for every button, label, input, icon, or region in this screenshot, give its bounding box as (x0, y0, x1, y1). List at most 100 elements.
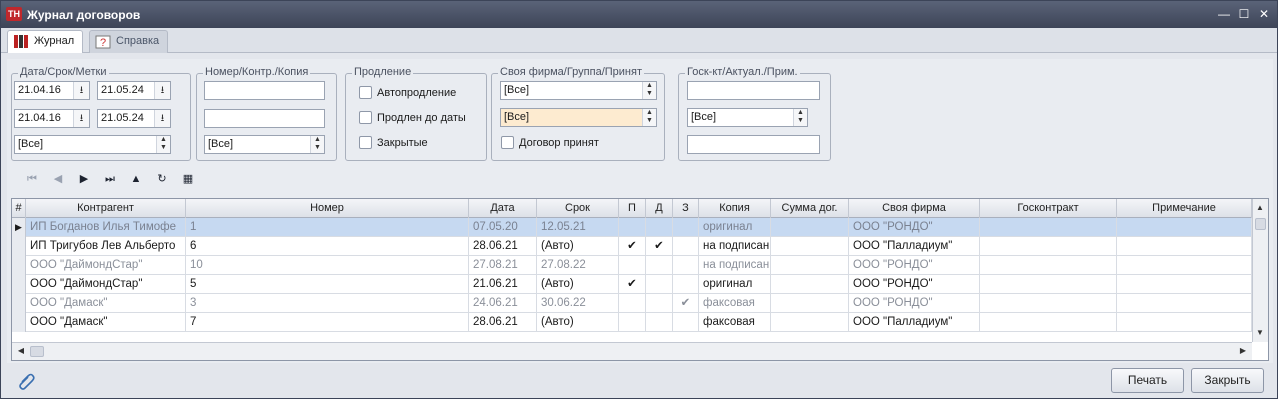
col-header-d[interactable]: Д (646, 199, 673, 218)
scroll-left-icon[interactable]: ◀ (14, 344, 28, 358)
firm-select[interactable]: [Все] ▲ ▼ (500, 81, 657, 100)
cell-date: 21.06.21 (469, 275, 537, 294)
spin-icon[interactable]: ▲ ▼ (793, 109, 807, 126)
row-indicator[interactable] (12, 256, 26, 275)
closed-checkbox[interactable] (359, 136, 372, 149)
table-row[interactable]: ООО "Дамаск" 7 28.06.21 (Авто) факсовая ООО "… (12, 313, 1252, 332)
cell-contractor: ООО "ДаймондСтар" (26, 256, 186, 275)
scroll-right-icon[interactable]: ▶ (1236, 344, 1250, 358)
row-indicator[interactable] (12, 294, 26, 313)
table-row[interactable]: ООО "Дамаск" 3 24.06.21 30.06.22 ✔ факсовая ОО… (12, 294, 1252, 313)
cell-number: 6 (186, 237, 469, 256)
spin-icon[interactable]: ▲ ▼ (642, 82, 656, 99)
note-input[interactable] (687, 135, 820, 154)
accepted-checkbox[interactable] (501, 136, 514, 149)
col-header-number[interactable]: Номер (186, 199, 469, 218)
cell-gos (980, 256, 1117, 275)
tab-strip: Журнал ? Справка (1, 28, 1277, 53)
date-to-field-1[interactable]: 21.05.24 ⭳ (97, 81, 171, 100)
col-header-gos[interactable]: Госконтракт (980, 199, 1117, 218)
cell-gos (980, 275, 1117, 294)
actual-select[interactable]: [Все] ▲ ▼ (687, 108, 808, 127)
first-record-icon[interactable]: ⏮ (19, 169, 45, 189)
spin-icon[interactable]: ▲ ▼ (310, 136, 324, 153)
grid-settings-icon[interactable]: ▦ (175, 169, 201, 189)
cell-date: 28.06.21 (469, 313, 537, 332)
tab-journal[interactable]: Журнал (7, 30, 84, 53)
cell-copy: факсовая (699, 294, 771, 313)
tab-help[interactable]: ? Справка (89, 30, 169, 53)
table-row[interactable]: ▶ ИП Богданов Илья Тимофе 1 07.05.20 12.05.2… (12, 218, 1252, 237)
table-row[interactable]: ИП Тригубов Лев Альберто 6 28.06.21 (Авто) ✔… (12, 237, 1252, 256)
cell-sum (771, 237, 849, 256)
date-to-field-2[interactable]: 21.05.24 ⭳ (97, 109, 171, 128)
contracts-grid[interactable]: # Контрагент Номер Дата Срок П Д З Копия… (11, 198, 1269, 361)
cell-note (1117, 237, 1252, 256)
tab-help-label: Справка (116, 35, 160, 47)
record-navigator: ⏮ ◀ ▶ ⏭ ▲ ↻ ▦ (19, 169, 201, 189)
horizontal-scrollbar[interactable]: ◀ ▶ (12, 342, 1252, 360)
minimize-button[interactable]: — (1217, 7, 1231, 21)
auto-renewal-checkbox[interactable] (359, 86, 372, 99)
col-header-note[interactable]: Примечание (1117, 199, 1252, 218)
prev-record-icon[interactable]: ◀ (45, 169, 71, 189)
closed-label: Закрытые (377, 137, 428, 149)
download-icon[interactable]: ⭳ (154, 82, 170, 99)
marks-value: [Все] (18, 138, 44, 150)
actual-value: [Все] (691, 111, 717, 123)
cell-d (646, 294, 673, 313)
cell-term: 12.05.21 (537, 218, 619, 237)
col-header-contractor[interactable]: Контрагент (26, 199, 186, 218)
download-icon[interactable]: ⭳ (154, 110, 170, 127)
vertical-scroll-thumb[interactable] (1255, 218, 1266, 230)
col-header-z[interactable]: З (673, 199, 699, 218)
extended-checkbox[interactable] (359, 111, 372, 124)
horizontal-scroll-thumb[interactable] (30, 346, 44, 357)
close-button[interactable]: Закрыть (1191, 368, 1264, 393)
contractor-input[interactable] (204, 109, 325, 128)
table-row[interactable]: ООО "ДаймондСтар" 5 21.06.21 (Авто) ✔ оригина… (12, 275, 1252, 294)
refresh-icon[interactable]: ↻ (149, 169, 175, 189)
col-header-sum[interactable]: Сумма дог. (771, 199, 849, 218)
cell-z (673, 237, 699, 256)
col-header-firm[interactable]: Своя фирма (849, 199, 980, 218)
scroll-down-icon[interactable]: ▼ (1253, 326, 1267, 340)
vertical-scrollbar[interactable]: ▲ ▼ (1252, 199, 1268, 342)
row-indicator[interactable] (12, 313, 26, 332)
next-record-icon[interactable]: ▶ (71, 169, 97, 189)
date-from-field-1[interactable]: 21.04.16 ⭳ (14, 81, 90, 100)
print-button[interactable]: Печать (1111, 368, 1184, 393)
row-indicator[interactable]: ▶ (12, 218, 26, 237)
col-header-copy[interactable]: Копия (699, 199, 771, 218)
col-header-date[interactable]: Дата (469, 199, 537, 218)
scroll-up-icon[interactable]: ▲ (1253, 201, 1267, 215)
spin-icon[interactable]: ▲ ▼ (156, 136, 170, 153)
row-indicator[interactable] (12, 237, 26, 256)
close-window-button[interactable]: ✕ (1257, 7, 1271, 21)
table-row[interactable]: ООО "ДаймондСтар" 10 27.08.21 27.08.22 на по… (12, 256, 1252, 275)
date-from-field-2[interactable]: 21.04.16 ⭳ (14, 109, 90, 128)
cell-copy: оригинал (699, 218, 771, 237)
cell-number: 7 (186, 313, 469, 332)
download-icon[interactable]: ⭳ (73, 82, 89, 99)
up-icon[interactable]: ▲ (123, 169, 149, 189)
cell-term: 27.08.22 (537, 256, 619, 275)
cell-date: 28.06.21 (469, 237, 537, 256)
download-icon[interactable]: ⭳ (73, 110, 89, 127)
row-indicator[interactable] (12, 275, 26, 294)
col-header-p[interactable]: П (619, 199, 646, 218)
col-header-index[interactable]: # (12, 199, 26, 218)
cell-note (1117, 275, 1252, 294)
number-input[interactable] (204, 81, 325, 100)
last-record-icon[interactable]: ⏭ (97, 169, 123, 189)
paperclip-icon[interactable] (18, 372, 36, 390)
group-select[interactable]: [Все] ▲ ▼ (500, 108, 657, 127)
maximize-button[interactable]: ☐ (1237, 7, 1251, 21)
cell-firm: ООО "РОНДО" (849, 256, 980, 275)
gos-input[interactable] (687, 81, 820, 100)
col-header-term[interactable]: Срок (537, 199, 619, 218)
marks-select[interactable]: [Все] ▲ ▼ (14, 135, 171, 154)
cell-d (646, 313, 673, 332)
copy-select[interactable]: [Все] ▲ ▼ (204, 135, 325, 154)
spin-icon[interactable]: ▲ ▼ (642, 109, 656, 126)
